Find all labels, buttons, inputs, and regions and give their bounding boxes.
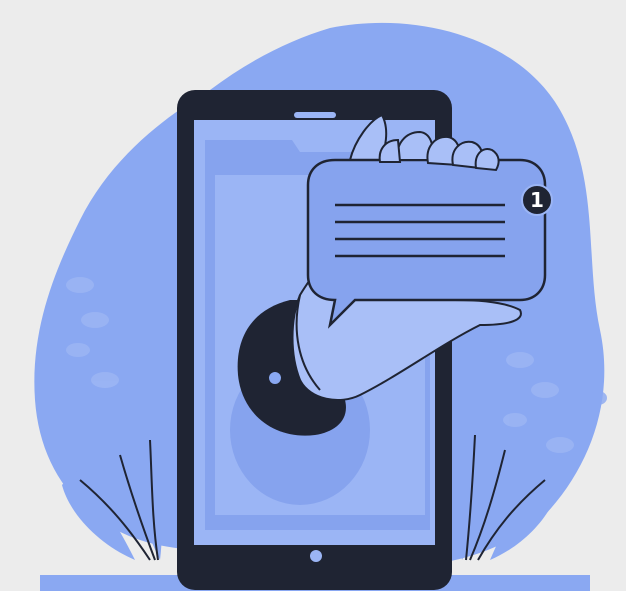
illustration-svg (34, 22, 607, 591)
notification-badge-count: 1 (530, 188, 544, 212)
illustration-stage: 1 (0, 0, 626, 591)
sleeve-button (269, 372, 281, 384)
speech-bubble-icon (306, 158, 547, 329)
